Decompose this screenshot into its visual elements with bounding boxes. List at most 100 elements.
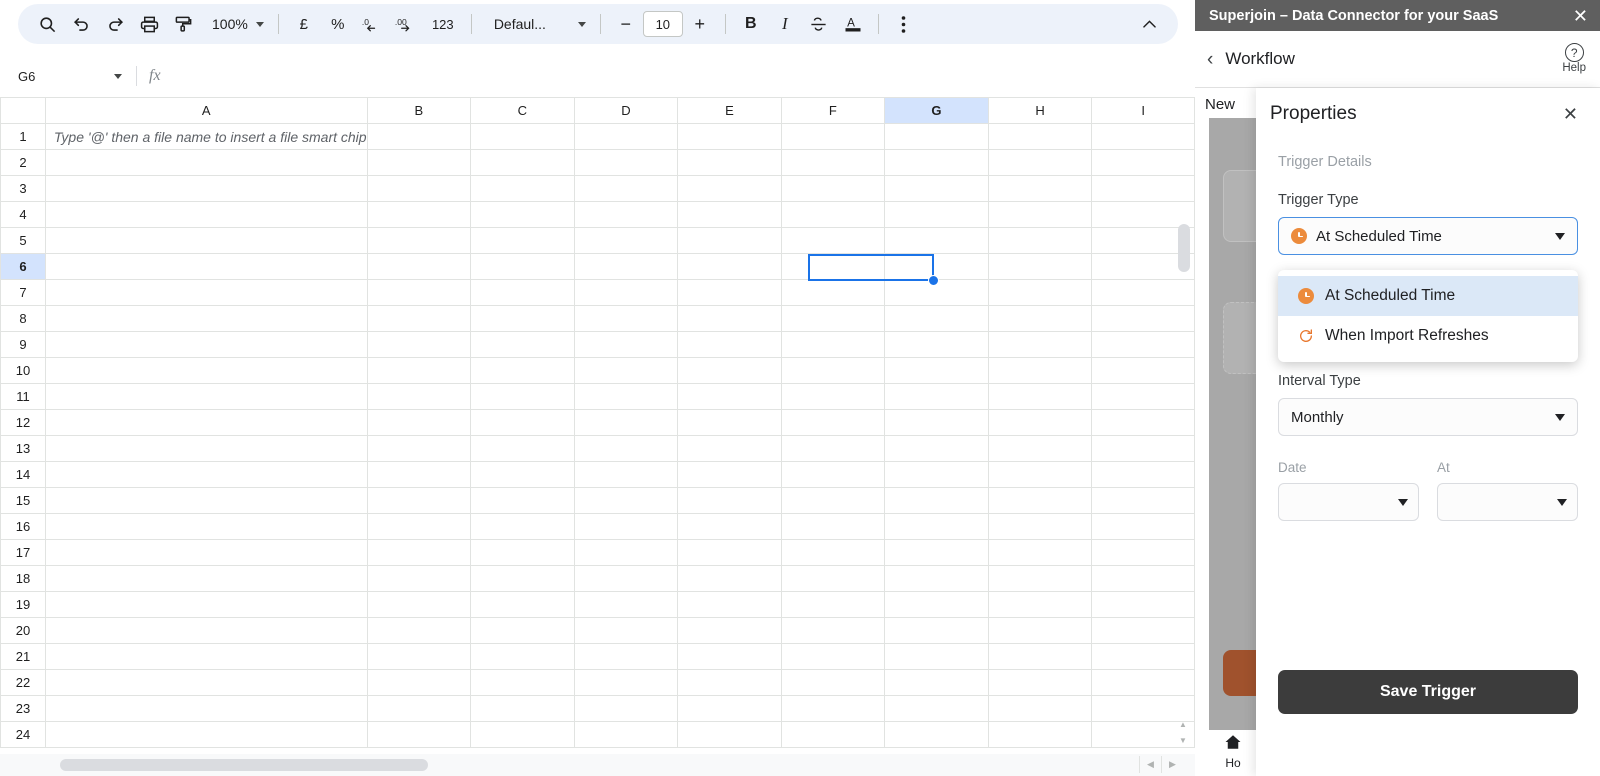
cell-A18[interactable] [44, 565, 368, 592]
row-header-20[interactable]: 20 [0, 617, 46, 644]
bold-button[interactable]: B [734, 9, 768, 39]
column-header-c[interactable]: C [470, 97, 575, 124]
vertical-scroll-thumb[interactable] [1178, 224, 1190, 272]
cell-F16[interactable] [780, 513, 886, 540]
cell-B9[interactable] [366, 331, 472, 358]
cell-G5[interactable] [884, 227, 989, 254]
row-header-5[interactable]: 5 [0, 227, 46, 254]
cell-C20[interactable] [470, 617, 575, 644]
cell-E15[interactable] [677, 487, 782, 514]
cell-F8[interactable] [780, 305, 886, 332]
cell-F21[interactable] [780, 643, 886, 670]
column-header-h[interactable]: H [987, 97, 1093, 124]
cell-H3[interactable] [987, 175, 1093, 202]
cell-B1[interactable] [366, 123, 472, 150]
cell-A10[interactable] [44, 357, 368, 384]
cell-F13[interactable] [780, 435, 886, 462]
row-header-21[interactable]: 21 [0, 643, 46, 670]
cell-E19[interactable] [677, 591, 782, 618]
scroll-up-icon[interactable]: ▲ [1176, 716, 1190, 732]
cell-E16[interactable] [677, 513, 782, 540]
row-header-17[interactable]: 17 [0, 539, 46, 566]
cell-G1[interactable] [884, 123, 989, 150]
cell-C24[interactable] [470, 721, 575, 748]
cell-F12[interactable] [780, 409, 886, 436]
row-header-1[interactable]: 1 [0, 123, 46, 150]
cell-C10[interactable] [470, 357, 575, 384]
more-vertical-icon[interactable] [887, 9, 921, 39]
cell-G15[interactable] [884, 487, 989, 514]
cell-C19[interactable] [470, 591, 575, 618]
cell-B10[interactable] [366, 357, 472, 384]
cell-F7[interactable] [780, 279, 886, 306]
row-header-24[interactable]: 24 [0, 721, 46, 748]
cell-H19[interactable] [987, 591, 1093, 618]
cell-D7[interactable] [573, 279, 679, 306]
cell-F20[interactable] [780, 617, 886, 644]
cell-D17[interactable] [573, 539, 679, 566]
cell-G21[interactable] [884, 643, 989, 670]
cell-F23[interactable] [780, 695, 886, 722]
cell-H5[interactable] [987, 227, 1093, 254]
cell-F18[interactable] [780, 565, 886, 592]
cell-B12[interactable] [366, 409, 472, 436]
currency-button[interactable]: £ [287, 9, 321, 39]
cell-B21[interactable] [366, 643, 472, 670]
cell-E14[interactable] [677, 461, 782, 488]
cell-C4[interactable] [470, 201, 575, 228]
row-header-8[interactable]: 8 [0, 305, 46, 332]
cell-B6[interactable] [366, 253, 472, 280]
cell-G16[interactable] [884, 513, 989, 540]
cell-C9[interactable] [470, 331, 575, 358]
cell-H17[interactable] [987, 539, 1093, 566]
cell-E17[interactable] [677, 539, 782, 566]
cell-B3[interactable] [366, 175, 472, 202]
cell-H6[interactable] [987, 253, 1093, 280]
scroll-down-icon[interactable]: ▼ [1176, 732, 1190, 748]
row-header-10[interactable]: 10 [0, 357, 46, 384]
cell-H10[interactable] [987, 357, 1093, 384]
cell-C16[interactable] [470, 513, 575, 540]
cell-E1[interactable] [677, 123, 782, 150]
number-format-button[interactable]: 123 [423, 9, 463, 39]
print-icon[interactable] [132, 9, 166, 39]
cell-H16[interactable] [987, 513, 1093, 540]
sheet-grid[interactable]: ABCDEFGHI 1 Type '@' then a file name to … [0, 97, 1195, 776]
cell-D18[interactable] [573, 565, 679, 592]
cell-A23[interactable] [44, 695, 368, 722]
cell-G2[interactable] [884, 149, 989, 176]
cell-G9[interactable] [884, 331, 989, 358]
column-header-a[interactable]: A [44, 97, 368, 124]
zoom-control[interactable]: 100% [200, 9, 270, 39]
horizontal-scroll-thumb[interactable] [60, 759, 428, 771]
cell-F15[interactable] [780, 487, 886, 514]
row-header-6[interactable]: 6 [0, 253, 46, 280]
cell-C8[interactable] [470, 305, 575, 332]
cell-D19[interactable] [573, 591, 679, 618]
cell-G6[interactable] [884, 253, 989, 280]
row-header-11[interactable]: 11 [0, 383, 46, 410]
row-header-14[interactable]: 14 [0, 461, 46, 488]
cell-B18[interactable] [366, 565, 472, 592]
cell-A16[interactable] [44, 513, 368, 540]
cell-D4[interactable] [573, 201, 679, 228]
cell-D10[interactable] [573, 357, 679, 384]
row-header-3[interactable]: 3 [0, 175, 46, 202]
cell-G10[interactable] [884, 357, 989, 384]
cell-E20[interactable] [677, 617, 782, 644]
workflow-home-button[interactable]: Ho [1223, 733, 1243, 770]
cell-A21[interactable] [44, 643, 368, 670]
row-header-19[interactable]: 19 [0, 591, 46, 618]
cell-A11[interactable] [44, 383, 368, 410]
cell-C18[interactable] [470, 565, 575, 592]
cell-B5[interactable] [366, 227, 472, 254]
row-header-18[interactable]: 18 [0, 565, 46, 592]
font-size-input[interactable]: 10 [642, 11, 683, 37]
vertical-scrollbar[interactable] [1178, 219, 1190, 776]
cell-B11[interactable] [366, 383, 472, 410]
row-header-2[interactable]: 2 [0, 149, 46, 176]
cell-G19[interactable] [884, 591, 989, 618]
cell-C22[interactable] [470, 669, 575, 696]
cell-E18[interactable] [677, 565, 782, 592]
cell-F24[interactable] [780, 721, 886, 748]
